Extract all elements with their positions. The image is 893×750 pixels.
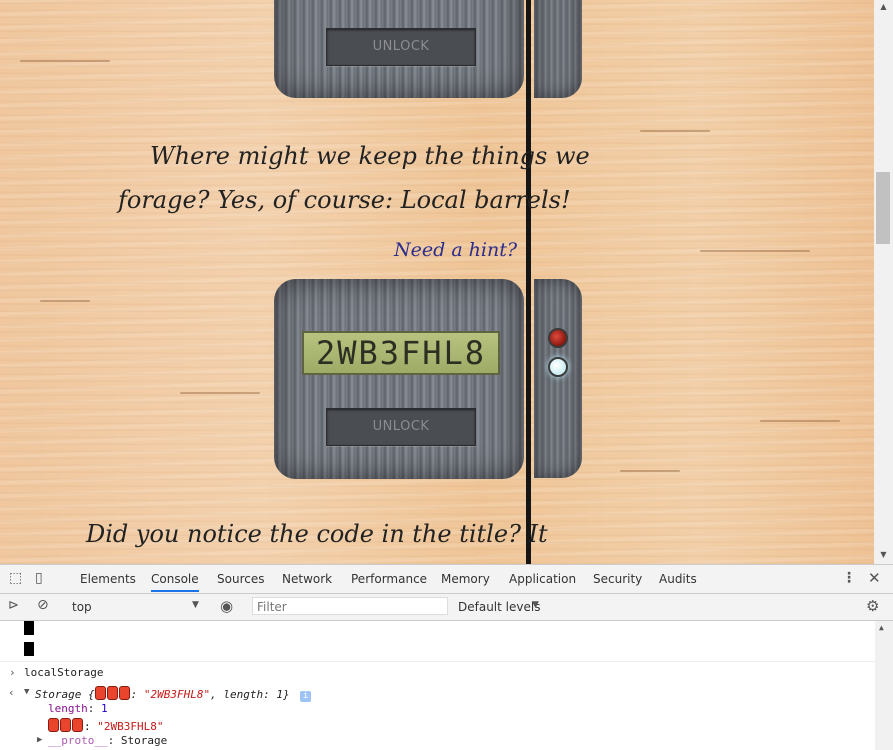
emoji-key-icon <box>118 686 130 700</box>
console-command: localStorage <box>24 666 104 679</box>
tab-security[interactable]: Security <box>593 565 642 592</box>
divider-line <box>526 0 531 564</box>
storage-value: "2WB3FHL8" <box>143 688 211 701</box>
prompt-icon: › <box>9 666 16 679</box>
red-led-icon <box>548 328 568 348</box>
clear-console-icon[interactable]: ⊘ <box>37 597 49 613</box>
scroll-down-icon[interactable]: ▼ <box>874 548 893 562</box>
hint-link[interactable]: Need a hint? <box>394 239 517 261</box>
close-icon[interactable]: ✕ <box>868 569 881 587</box>
eye-icon[interactable]: ◉ <box>220 597 233 615</box>
white-led-icon <box>548 357 568 377</box>
devtools-panel: ⬚ ▯ Elements Console Sources Network Per… <box>0 564 893 750</box>
wood-grain <box>20 60 110 62</box>
context-selector[interactable]: top <box>72 600 92 614</box>
console-scrollbar[interactable]: ▲ <box>875 621 893 750</box>
scroll-thumb[interactable] <box>876 172 890 244</box>
page-scrollbar[interactable]: ▲ ▼ <box>874 0 893 564</box>
wood-grain <box>640 130 710 132</box>
bottom-text: Did you notice the code in the title? It <box>86 520 548 548</box>
wood-grain <box>180 392 260 394</box>
wood-grain <box>700 250 810 252</box>
levels-dropdown[interactable]: Default levels <box>458 600 540 614</box>
page-viewport: UNLOCK Where might we keep the things we… <box>0 0 874 564</box>
tab-memory[interactable]: Memory <box>441 565 490 592</box>
tab-console[interactable]: Console <box>151 565 199 592</box>
safe-top-door <box>534 0 582 98</box>
devtools-tabbar: ⬚ ▯ Elements Console Sources Network Per… <box>0 565 893 594</box>
device-toggle-icon[interactable]: ▯ <box>35 570 43 586</box>
result-arrow-icon: ‹ <box>8 686 15 699</box>
tab-network[interactable]: Network <box>282 565 332 592</box>
wood-grain <box>620 470 680 472</box>
proto-key: __proto__ <box>48 734 108 747</box>
storage-length: , length: 1} <box>210 688 290 701</box>
length-value: 1 <box>101 702 108 715</box>
length-key: length <box>48 702 88 715</box>
tab-performance[interactable]: Performance <box>351 565 427 592</box>
unlock-button-top[interactable]: UNLOCK <box>326 28 476 66</box>
storage-prefix: Storage { <box>35 688 95 701</box>
tab-elements[interactable]: Elements <box>80 565 136 592</box>
scroll-up-icon[interactable]: ▲ <box>879 623 884 632</box>
console-block <box>24 642 34 656</box>
gear-icon[interactable]: ⚙ <box>866 597 879 615</box>
entry-value: "2WB3FHL8" <box>97 720 164 733</box>
safe-main-door <box>534 279 582 478</box>
tab-application[interactable]: Application <box>509 565 576 592</box>
emoji-key-icon <box>106 686 118 700</box>
info-icon[interactable]: i <box>300 691 312 702</box>
more-options-icon[interactable]: ⋮ <box>842 570 856 586</box>
tab-sources[interactable]: Sources <box>217 565 264 592</box>
tab-audits[interactable]: Audits <box>659 565 697 592</box>
chevron-down-icon[interactable]: ▼ <box>532 600 539 610</box>
wood-grain <box>760 420 840 422</box>
riddle-line-1: Where might we keep the things we <box>150 142 590 170</box>
code-display: 2WB3FHL8 <box>302 331 500 375</box>
sidebar-toggle-icon[interactable]: ⊳ <box>8 598 19 613</box>
expand-triangle-icon[interactable]: ▼ <box>24 687 29 697</box>
riddle-line-2: forage? Yes, of course: Local barrels! <box>118 186 571 214</box>
console-output: › localStorage ‹ ▼ Storage {: "2WB3FHL8"… <box>0 621 893 750</box>
inspect-element-icon[interactable]: ⬚ <box>9 570 22 586</box>
console-block <box>24 621 34 635</box>
emoji-key-icon <box>60 718 71 732</box>
console-toolbar: ⊳ ⊘ top ▼ ◉ Filter Default levels ▼ ⚙ <box>0 594 893 621</box>
wood-grain <box>40 300 90 302</box>
chevron-down-icon[interactable]: ▼ <box>192 600 199 610</box>
emoji-key-icon <box>48 718 59 732</box>
emoji-key-icon <box>72 718 83 732</box>
emoji-key-icon <box>94 686 106 700</box>
expand-right-icon[interactable]: ▶ <box>37 735 42 745</box>
unlock-button[interactable]: UNLOCK <box>326 408 476 446</box>
safe-main <box>274 279 524 479</box>
proto-value: Storage <box>120 734 168 747</box>
console-separator <box>0 661 875 662</box>
scroll-up-icon[interactable]: ▲ <box>874 0 893 14</box>
filter-input[interactable]: Filter <box>252 597 448 615</box>
